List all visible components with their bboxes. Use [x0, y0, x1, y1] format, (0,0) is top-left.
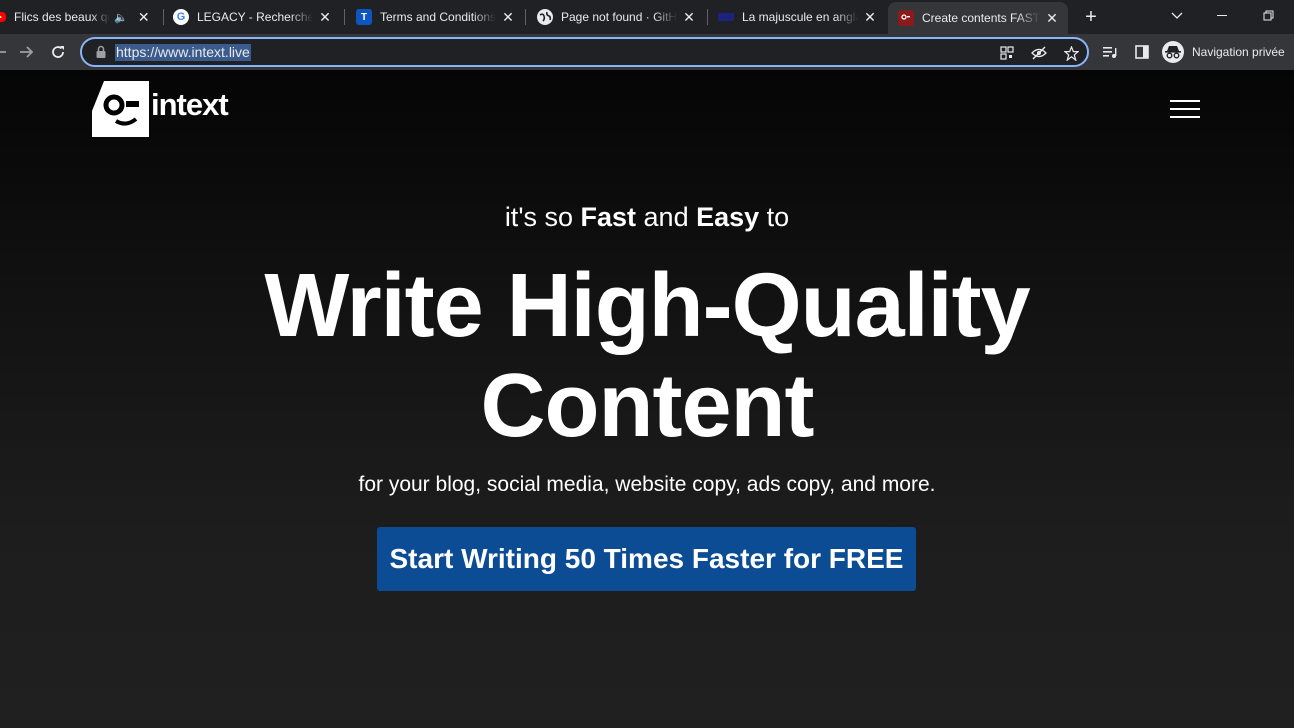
tab-separator	[525, 9, 526, 25]
intext-icon	[898, 10, 914, 26]
tab-title: LEGACY - Recherche Google	[197, 10, 313, 24]
reload-button[interactable]	[46, 40, 70, 64]
chevron-down-icon	[1171, 12, 1183, 19]
playlist-icon	[1103, 47, 1117, 58]
tagline-fast: Fast	[580, 202, 637, 232]
globe-icon	[537, 9, 553, 25]
google-icon: G	[173, 9, 189, 25]
close-tab-icon[interactable]: ✕	[1044, 10, 1060, 26]
headline-line-1: Write High-Quality	[264, 256, 1030, 356]
intext-logo-icon	[92, 81, 149, 137]
media-controls-button[interactable]	[1098, 40, 1122, 64]
tab-separator	[344, 9, 345, 25]
hero-tagline: it's so Fast and Easy to	[0, 202, 1294, 233]
site-logo[interactable]: intext	[92, 81, 229, 137]
headline-line-2: Content	[480, 356, 815, 456]
tagline-easy: Easy	[696, 202, 760, 232]
tab-terms[interactable]: T Terms and Conditions ✕	[356, 0, 518, 34]
incognito-profile-button[interactable]: Navigation privée	[1162, 37, 1285, 67]
speaker-icon[interactable]: 🔈	[114, 11, 128, 24]
tracking-blocked-eye-icon[interactable]	[1029, 43, 1049, 63]
back-button[interactable]	[0, 40, 12, 64]
side-panel-icon	[1135, 45, 1149, 59]
back-arrow-icon	[0, 51, 6, 53]
t-icon: T	[356, 9, 372, 25]
tab-title: Terms and Conditions	[380, 10, 496, 24]
tab-search-button[interactable]	[1154, 0, 1200, 32]
url-text[interactable]: https://www.intext.live	[115, 44, 251, 61]
tab-google[interactable]: G LEGACY - Recherche Google ✕	[173, 0, 338, 34]
tab-strip: Flics des beaux quartiers 🔈 ✕ G LEGACY -…	[0, 0, 1294, 34]
forward-button[interactable]	[14, 40, 38, 64]
tagline-text: and	[636, 202, 697, 232]
tab-separator	[707, 9, 708, 25]
tab-title: Flics des beaux quartiers	[14, 10, 110, 24]
incognito-icon	[1162, 41, 1184, 63]
tab-github[interactable]: Page not found · GitHub ✕	[537, 0, 699, 34]
reload-icon	[52, 46, 64, 58]
tab-title: La majuscule en anglais	[742, 10, 858, 24]
bookmark-star-icon[interactable]	[1061, 43, 1081, 63]
lock-icon[interactable]	[94, 45, 108, 59]
youtube-icon	[0, 12, 6, 22]
side-panel-button[interactable]	[1130, 40, 1154, 64]
forward-arrow-icon	[20, 46, 34, 58]
tab-majuscule[interactable]: La majuscule en anglais ✕	[718, 0, 880, 34]
new-tab-button[interactable]: +	[1081, 7, 1101, 27]
close-tab-icon[interactable]: ✕	[681, 9, 697, 25]
minimize-icon	[1217, 15, 1227, 16]
hamburger-menu-icon[interactable]	[1170, 100, 1200, 118]
restore-icon	[1263, 10, 1274, 21]
browser-toolbar: https://www.intext.live Navigation privé…	[0, 34, 1294, 70]
logo-text: intext	[151, 87, 229, 122]
tagline-text: to	[759, 202, 790, 232]
minimize-button[interactable]	[1200, 0, 1246, 32]
close-tab-icon[interactable]: ✕	[862, 9, 878, 25]
qr-code-icon[interactable]	[997, 43, 1017, 63]
address-bar[interactable]: https://www.intext.live	[80, 37, 1089, 67]
restore-button[interactable]	[1246, 0, 1292, 32]
profile-label: Navigation privée	[1192, 45, 1285, 59]
hero-headline: Write High-Quality Content	[0, 256, 1294, 456]
tab-intext[interactable]: Create contents FASTER ✕	[888, 2, 1068, 34]
tab-separator	[163, 9, 164, 25]
hero-subtitle: for your blog, social media, website cop…	[358, 473, 936, 496]
tab-youtube[interactable]: Flics des beaux quartiers 🔈 ✕	[0, 0, 159, 34]
tab-title: Create contents FASTER	[922, 11, 1040, 25]
flag-icon	[718, 13, 734, 21]
close-tab-icon[interactable]: ✕	[317, 9, 333, 25]
web-page: intext it's so Fast and Easy to Write Hi…	[0, 70, 1294, 728]
start-writing-button[interactable]: Start Writing 50 Times Faster for FREE	[377, 527, 916, 591]
tagline-text: it's so	[504, 202, 581, 232]
close-tab-icon[interactable]: ✕	[500, 9, 516, 25]
close-tab-icon[interactable]: ✕	[136, 9, 152, 25]
tab-title: Page not found · GitHub	[561, 10, 677, 24]
